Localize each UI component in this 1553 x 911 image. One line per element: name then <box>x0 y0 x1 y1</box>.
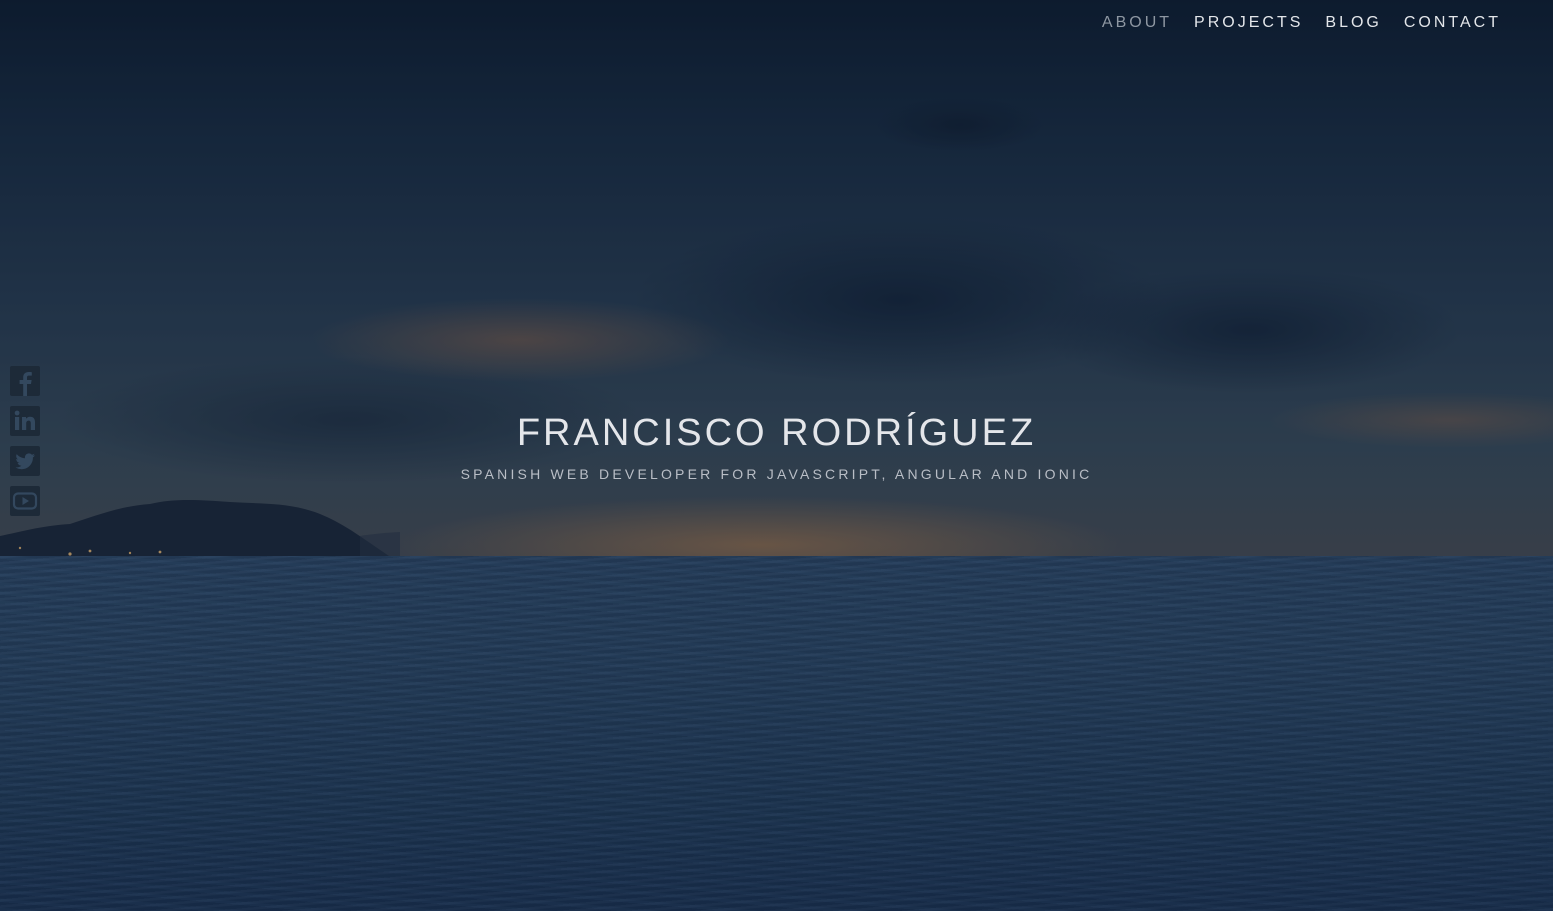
hero-title: FRANCISCO RODRÍGUEZ <box>516 412 1037 454</box>
youtube-link[interactable] <box>10 486 40 516</box>
facebook-icon <box>10 366 40 396</box>
nav-item-about: ABOUT <box>1102 12 1172 34</box>
nav-item-projects: PROJECTS <box>1194 12 1303 34</box>
page: ABOUT PROJECTS BLOG CONTACT FRANCISCO RO… <box>0 0 1553 911</box>
youtube-icon <box>10 486 40 516</box>
facebook-link[interactable] <box>10 366 40 396</box>
hero-subtitle: SPANISH WEB DEVELOPER FOR JAVASCRIPT, AN… <box>460 466 1093 482</box>
nav-link-contact[interactable]: CONTACT <box>1404 12 1501 34</box>
nav-link-blog[interactable]: BLOG <box>1325 12 1381 34</box>
nav-item-contact: CONTACT <box>1404 12 1501 34</box>
nav-list: ABOUT PROJECTS BLOG CONTACT <box>1102 12 1501 34</box>
nav-item-blog: BLOG <box>1325 12 1381 34</box>
nav-link-about[interactable]: ABOUT <box>1102 12 1172 34</box>
hero: FRANCISCO RODRÍGUEZ SPANISH WEB DEVELOPE… <box>0 410 1553 482</box>
nav-link-projects[interactable]: PROJECTS <box>1194 12 1303 34</box>
